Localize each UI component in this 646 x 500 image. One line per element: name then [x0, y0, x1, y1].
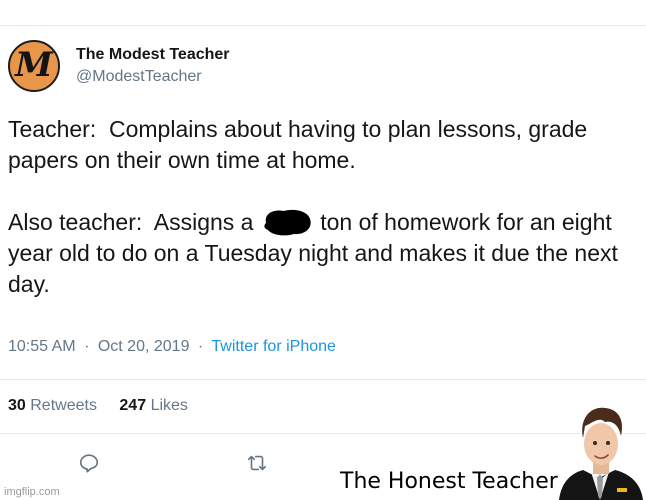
character-illustration — [559, 407, 643, 500]
tweet-paragraph-2-start: Also teacher: Assigns a — [8, 209, 260, 235]
censor-scribble-icon — [264, 209, 311, 236]
separator: · — [84, 338, 90, 355]
likes-count: 247 — [119, 397, 147, 414]
tweet-source-link[interactable]: Twitter for iPhone — [211, 338, 336, 355]
meme-caption: The Honest Teacher — [340, 469, 558, 494]
stats-divider-bottom — [0, 433, 646, 434]
reply-icon[interactable] — [78, 452, 100, 474]
retweets-label: Retweets — [30, 397, 97, 414]
tweet-date[interactable]: Oct 20, 2019 — [98, 338, 190, 355]
tweet-time[interactable]: 10:55 AM — [8, 338, 76, 355]
display-name[interactable]: The Modest Teacher — [76, 46, 230, 64]
retweets-stat[interactable]: 30 Retweets — [8, 397, 97, 414]
avatar-logo-letter: M — [15, 45, 53, 85]
imgflip-watermark: imgflip.com — [4, 486, 60, 498]
retweets-count: 30 — [8, 397, 26, 414]
retweet-icon[interactable] — [246, 452, 268, 474]
avatar[interactable]: M — [8, 40, 60, 92]
tweet-metadata: 10:55 AM · Oct 20, 2019 · Twitter for iP… — [8, 338, 336, 356]
user-handle[interactable]: @ModestTeacher — [76, 68, 202, 86]
stats-divider-top — [0, 379, 646, 380]
tweet-paragraph-1: Teacher: Complains about having to plan … — [8, 116, 594, 173]
likes-label: Likes — [150, 397, 188, 414]
engagement-stats: 30 Retweets 247 Likes — [8, 397, 206, 415]
tweet-paragraph-2: Also teacher: Assigns a ton of homework … — [8, 207, 638, 300]
tweet-text: Teacher: Complains about having to plan … — [8, 114, 638, 300]
separator: · — [197, 338, 204, 355]
likes-stat[interactable]: 247 Likes — [119, 397, 188, 414]
top-divider — [0, 25, 646, 26]
